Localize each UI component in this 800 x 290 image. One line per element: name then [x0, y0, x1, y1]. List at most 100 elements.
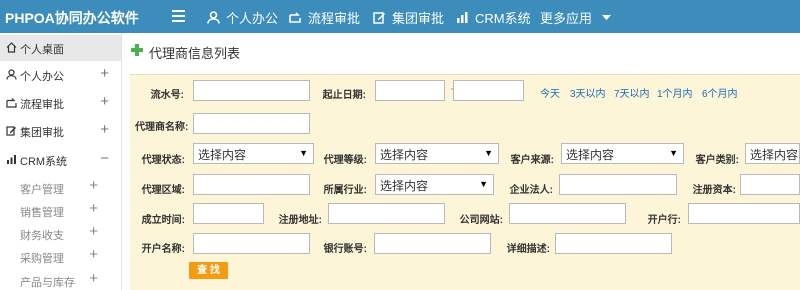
page-title: 代理商信息列表: [149, 46, 241, 61]
nav-crm[interactable]: CRM系统: [456, 8, 531, 27]
user-icon: [6, 69, 17, 80]
sidebar-subitem-label: 采购管理: [20, 253, 64, 265]
caret-down-icon: ▼: [484, 148, 493, 158]
edit-icon: [373, 12, 385, 24]
description-input[interactable]: [555, 233, 672, 254]
account-name-label: 开户名称:: [141, 244, 185, 255]
expand-icon[interactable]: +: [89, 223, 98, 240]
agent-name-input[interactable]: [193, 113, 310, 134]
bank-label: 开户行:: [647, 215, 681, 226]
quick-3days-link[interactable]: 3天以内: [570, 85, 606, 100]
agent-name-label: 代理商名称:: [135, 122, 189, 133]
expand-icon[interactable]: +: [100, 121, 109, 138]
quick-1month-link[interactable]: 1个月内: [657, 85, 693, 100]
agent-region-label: 代理区域:: [141, 185, 185, 196]
expand-icon[interactable]: +: [89, 200, 98, 217]
agent-level-select[interactable]: 选择内容 ▼: [375, 143, 499, 164]
start-date-input[interactable]: [375, 80, 445, 101]
home-icon: [6, 42, 17, 53]
expand-icon[interactable]: +: [89, 177, 98, 194]
sidebar-item-label: CRM系统: [20, 156, 68, 168]
caret-down-icon: ▼: [669, 148, 678, 158]
menu-toggle-icon[interactable]: [172, 10, 185, 25]
sidebar-item-label: 流程审批: [20, 99, 64, 111]
agent-status-select[interactable]: 选择内容 ▼: [193, 143, 314, 164]
select-value: 选择内容: [566, 148, 615, 162]
customer-source-label: 客户来源:: [510, 155, 554, 166]
company-website-input[interactable]: [509, 203, 626, 224]
expand-icon[interactable]: +: [100, 65, 109, 82]
sidebar-item-label: 集团审批: [20, 127, 64, 139]
sidebar-subitem-label: 产品与库存: [20, 277, 75, 289]
nav-label: CRM系统: [475, 11, 531, 26]
sidebar-item-desktop[interactable]: 个人桌面: [0, 35, 121, 61]
agent-level-label: 代理等级:: [323, 155, 367, 166]
industry-select[interactable]: 选择内容 ▼: [375, 174, 494, 195]
bar-chart-icon: [457, 12, 468, 23]
founded-date-label: 成立时间:: [141, 215, 185, 226]
sidebar-item-crm[interactable]: CRM系统 −: [0, 147, 121, 173]
bar-chart-icon: [7, 155, 16, 164]
sidebar-subitem-purchasing[interactable]: 采购管理 +: [20, 246, 115, 266]
end-date-input[interactable]: [453, 80, 524, 101]
sidebar-item-personal-office[interactable]: 个人办公 +: [0, 62, 121, 88]
quick-7days-link[interactable]: 7天以内: [614, 85, 650, 100]
date-range-label: 起止日期:: [322, 90, 366, 101]
caret-down-icon: [602, 14, 612, 20]
description-label: 详细描述:: [506, 244, 550, 255]
workflow-icon: [6, 98, 17, 108]
search-button[interactable]: 查 找: [189, 262, 228, 279]
registered-address-label: 注册地址:: [278, 215, 322, 226]
nav-group-approval[interactable]: 集团审批: [373, 8, 444, 27]
expand-icon[interactable]: +: [100, 93, 109, 110]
quick-today-link[interactable]: 今天: [540, 85, 560, 100]
user-icon: [207, 11, 220, 24]
sidebar-subitem-inventory[interactable]: 产品与库存 +: [20, 270, 115, 290]
nav-label: 更多应用: [540, 11, 593, 26]
serial-input[interactable]: [193, 80, 310, 101]
registered-capital-input[interactable]: [740, 174, 800, 195]
nav-label: 流程审批: [308, 11, 361, 26]
serial-label: 流水号:: [150, 90, 184, 101]
top-navbar: PHPOA协同办公软件 个人办公 流程审批 集团审批 CRM系统 更多应用: [0, 0, 800, 33]
sidebar-subitem-label: 销售管理: [20, 207, 64, 219]
legal-person-input[interactable]: [559, 174, 677, 195]
industry-label: 所属行业:: [323, 185, 367, 196]
sidebar-subitem-label: 客户管理: [20, 184, 64, 196]
agent-region-input[interactable]: [193, 174, 310, 195]
expand-icon[interactable]: +: [89, 270, 98, 287]
nav-label: 个人办公: [226, 11, 279, 26]
nav-more-apps[interactable]: 更多应用: [540, 8, 612, 27]
registered-address-input[interactable]: [328, 203, 445, 224]
customer-type-select[interactable]: 选择内容: [745, 143, 800, 164]
sidebar-subitem-label: 财务收支: [20, 230, 64, 242]
registered-capital-label: 注册资本:: [692, 185, 736, 196]
sidebar-item-group-approval[interactable]: 集团审批 +: [0, 118, 121, 144]
nav-personal-office[interactable]: 个人办公: [207, 8, 278, 27]
plus-icon: [131, 44, 143, 56]
sidebar-subitem-finance[interactable]: 财务收支 +: [20, 223, 115, 243]
customer-type-label: 客户类别:: [695, 155, 739, 166]
select-value: 选择内容: [750, 148, 799, 162]
sidebar-subitem-sales[interactable]: 销售管理 +: [20, 200, 115, 220]
expand-icon[interactable]: +: [89, 246, 98, 263]
account-name-input[interactable]: [193, 233, 310, 254]
founded-date-input[interactable]: [193, 203, 264, 224]
bank-account-input[interactable]: [374, 233, 491, 254]
customer-source-select[interactable]: 选择内容 ▼: [561, 143, 684, 164]
sidebar-item-workflow[interactable]: 流程审批 +: [0, 90, 121, 116]
caret-down-icon: ▼: [299, 148, 308, 158]
select-value: 选择内容: [380, 148, 429, 162]
sidebar-subitem-customers[interactable]: 客户管理 +: [20, 177, 115, 197]
sidebar-item-label: 个人桌面: [20, 44, 64, 56]
bank-input[interactable]: [688, 203, 800, 224]
nav-workflow[interactable]: 流程审批: [289, 8, 360, 27]
collapse-icon[interactable]: −: [100, 150, 109, 167]
app-logo[interactable]: PHPOA协同办公软件: [5, 8, 139, 28]
sidebar: 个人桌面 个人办公 + 流程审批 + 集团审批 + CRM系统 − 客户管理 +…: [0, 33, 122, 290]
select-value: 选择内容: [198, 148, 247, 162]
company-website-label: 公司网站:: [459, 215, 503, 226]
quick-6months-link[interactable]: 6个月内: [702, 85, 738, 100]
legal-person-label: 企业法人:: [509, 185, 553, 196]
caret-down-icon: ▼: [479, 179, 488, 189]
